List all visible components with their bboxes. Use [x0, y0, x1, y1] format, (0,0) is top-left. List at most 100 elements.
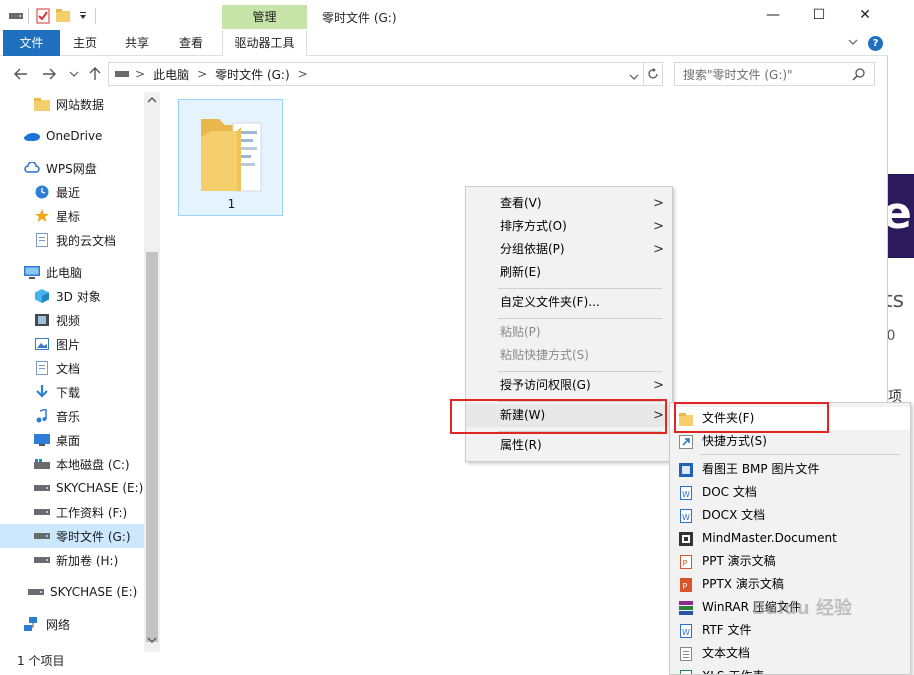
sidebar-item[interactable]: 网络: [0, 612, 144, 636]
submenu-item-label: 文本文档: [702, 646, 751, 660]
submenu-item[interactable]: 文本文档: [670, 642, 910, 665]
sidebar-item[interactable]: 工作资料 (F:): [0, 500, 144, 524]
submenu-item[interactable]: 看图王 BMP 图片文件: [670, 458, 910, 481]
sidebar-item[interactable]: SKYCHASE (E:): [0, 476, 144, 500]
ribbon-tabs: 文件 主页 共享 查看 驱动器工具 ?: [0, 30, 888, 56]
menu-item-label: 自定义文件夹(F)...: [500, 295, 600, 309]
breadcrumb-separator: >: [197, 67, 208, 81]
sidebar-item[interactable]: 新加卷 (H:): [0, 548, 144, 572]
sidebar-item[interactable]: OneDrive: [0, 124, 144, 148]
menu-item-properties[interactable]: 属性(R): [466, 434, 672, 457]
tab-view[interactable]: 查看: [172, 30, 210, 56]
text-icon: [679, 646, 693, 661]
sidebar-item-label: 工作资料 (F:): [56, 505, 128, 520]
up-arrow-icon[interactable]: [87, 66, 103, 82]
submenu-item[interactable]: P PPT 演示文稿: [670, 550, 910, 573]
sidebar-item[interactable]: 3D 对象: [0, 284, 144, 308]
scroll-down-icon[interactable]: [147, 636, 157, 644]
manage-context-tab[interactable]: 管理: [222, 5, 307, 29]
sidebar-item[interactable]: 星标: [0, 204, 144, 228]
menu-item-customize-folder[interactable]: 自定义文件夹(F)...: [466, 291, 672, 314]
drive-icon: [34, 504, 50, 520]
folder-item[interactable]: 1: [178, 99, 283, 216]
sidebar-item[interactable]: 下载: [0, 380, 144, 404]
folder-name: 1: [227, 197, 236, 211]
sidebar-item[interactable]: 图片: [0, 332, 144, 356]
sidebar-item-label: 零时文件 (G:): [56, 529, 131, 544]
maximize-button[interactable]: ☐: [796, 0, 842, 30]
properties-icon[interactable]: [35, 8, 51, 24]
wps-cloud-icon: [24, 160, 40, 176]
breadcrumb-this-pc[interactable]: 此电脑: [153, 66, 189, 83]
submenu-item[interactable]: P PPTX 演示文稿: [670, 573, 910, 596]
tab-file[interactable]: 文件: [3, 30, 60, 56]
tab-home[interactable]: 主页: [66, 30, 104, 56]
recent-dropdown-icon[interactable]: [66, 66, 82, 82]
sidebar-item[interactable]: 本地磁盘 (C:): [0, 452, 144, 476]
network-icon: [24, 616, 40, 632]
sidebar-item[interactable]: 视频: [0, 308, 144, 332]
chevron-right-icon: >: [653, 196, 664, 211]
scroll-up-icon[interactable]: [147, 96, 157, 104]
qat-dropdown-icon[interactable]: [75, 8, 91, 24]
search-placeholder: 搜索"零时文件 (G:)": [683, 67, 793, 82]
submenu-item-label: MindMaster.Document: [702, 531, 837, 545]
close-button[interactable]: ✕: [842, 0, 888, 30]
submenu-item[interactable]: 快捷方式(S): [670, 430, 910, 453]
sidebar-item[interactable]: 网站数据: [0, 92, 144, 116]
menu-item-view[interactable]: 查看(V) >: [466, 192, 672, 215]
search-icon[interactable]: [852, 67, 866, 84]
submenu-item[interactable]: W DOCX 文档: [670, 504, 910, 527]
search-input[interactable]: 搜索"零时文件 (G:)": [674, 62, 875, 86]
submenu-item-label: 看图王 BMP 图片文件: [702, 462, 820, 476]
drive-icon: [34, 528, 50, 544]
help-icon[interactable]: ?: [868, 36, 883, 51]
folder-icon: [201, 119, 262, 192]
tab-drive-tools[interactable]: 驱动器工具: [222, 30, 307, 56]
sidebar-item[interactable]: 我的云文档: [0, 228, 144, 252]
scrollbar-thumb[interactable]: [146, 252, 158, 642]
bmp-icon: [679, 462, 693, 477]
breadcrumb-current-drive[interactable]: 零时文件 (G:): [215, 66, 290, 83]
sidebar-item[interactable]: 桌面: [0, 428, 144, 452]
sidebar-item[interactable]: 文档: [0, 356, 144, 380]
ribbon-expand-icon[interactable]: [848, 36, 858, 49]
new-submenu: 文件夹(F) 快捷方式(S) 看图王 BMP 图片文件 W DOC 文档 W DOCX 文档…: [669, 402, 911, 675]
menu-separator: [498, 318, 662, 319]
item-count: 1 个项目: [17, 654, 65, 668]
background-glyph: .0: [888, 328, 896, 344]
forward-arrow-icon[interactable]: [41, 66, 57, 82]
address-bar[interactable]: > 此电脑 > 零时文件 (G:) >: [108, 62, 644, 86]
svg-text:W: W: [682, 628, 690, 637]
sidebar-item[interactable]: WPS网盘: [0, 156, 144, 180]
minimize-button[interactable]: —: [750, 0, 796, 30]
sidebar-item[interactable]: SKYCHASE (E:): [0, 580, 144, 604]
title-bar: 管理 零时文件 (G:) — ☐ ✕: [0, 0, 888, 32]
drive-icon[interactable]: [8, 8, 24, 24]
address-dropdown-icon[interactable]: [629, 70, 639, 84]
sidebar-item-label: 视频: [56, 313, 81, 328]
menu-item-sort[interactable]: 排序方式(O) >: [466, 215, 672, 238]
sidebar-item-label: 最近: [56, 185, 81, 200]
submenu-item[interactable]: MindMaster.Document: [670, 527, 910, 550]
navigation-scrollbar[interactable]: [144, 92, 160, 652]
back-arrow-icon[interactable]: [13, 66, 29, 82]
sidebar-item-label: 新加卷 (H:): [56, 553, 119, 568]
sidebar-item[interactable]: 最近: [0, 180, 144, 204]
sidebar-item[interactable]: 此电脑: [0, 260, 144, 284]
sidebar-item-label: 音乐: [56, 409, 81, 424]
new-folder-icon[interactable]: [55, 8, 71, 24]
sidebar-item-label: 3D 对象: [56, 289, 101, 304]
drive-icon: [34, 480, 50, 496]
submenu-item[interactable]: W DOC 文档: [670, 481, 910, 504]
sidebar-item[interactable]: 音乐: [0, 404, 144, 428]
sidebar-item-label: 网站数据: [56, 97, 105, 112]
sidebar-item[interactable]: 零时文件 (G:): [0, 524, 144, 548]
menu-item-refresh[interactable]: 刷新(E): [466, 261, 672, 284]
menu-item-give-access[interactable]: 授予访问权限(G) >: [466, 374, 672, 397]
refresh-button[interactable]: [643, 62, 663, 86]
sidebar-item-label: 图片: [56, 337, 81, 352]
submenu-item[interactable]: X XLS 工作表: [670, 665, 910, 674]
menu-item-group[interactable]: 分组依据(P) >: [466, 238, 672, 261]
tab-share[interactable]: 共享: [118, 30, 156, 56]
